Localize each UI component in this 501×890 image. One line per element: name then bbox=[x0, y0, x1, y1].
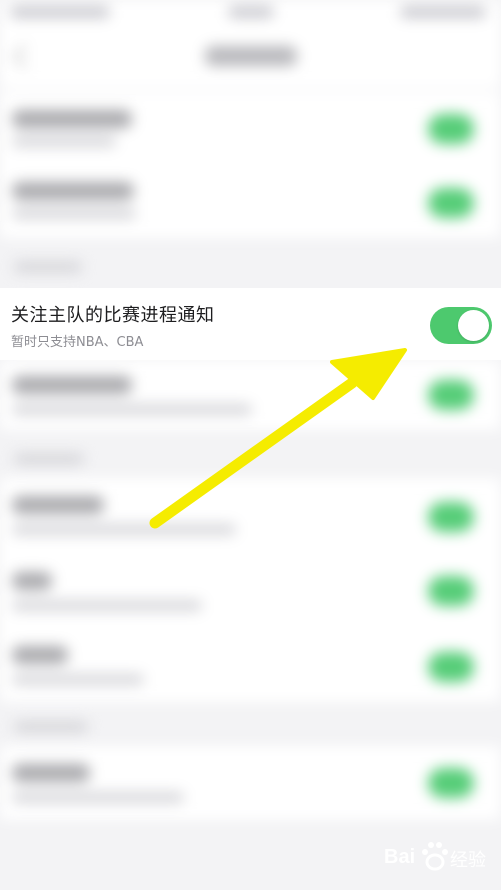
baidu-watermark: Bai 经验 bbox=[384, 834, 496, 878]
annotation-arrow-icon bbox=[149, 348, 407, 529]
watermark-suffix: 经验 bbox=[450, 850, 486, 871]
watermark-logo-text: Bai bbox=[384, 846, 416, 868]
paw-icon bbox=[422, 842, 448, 871]
